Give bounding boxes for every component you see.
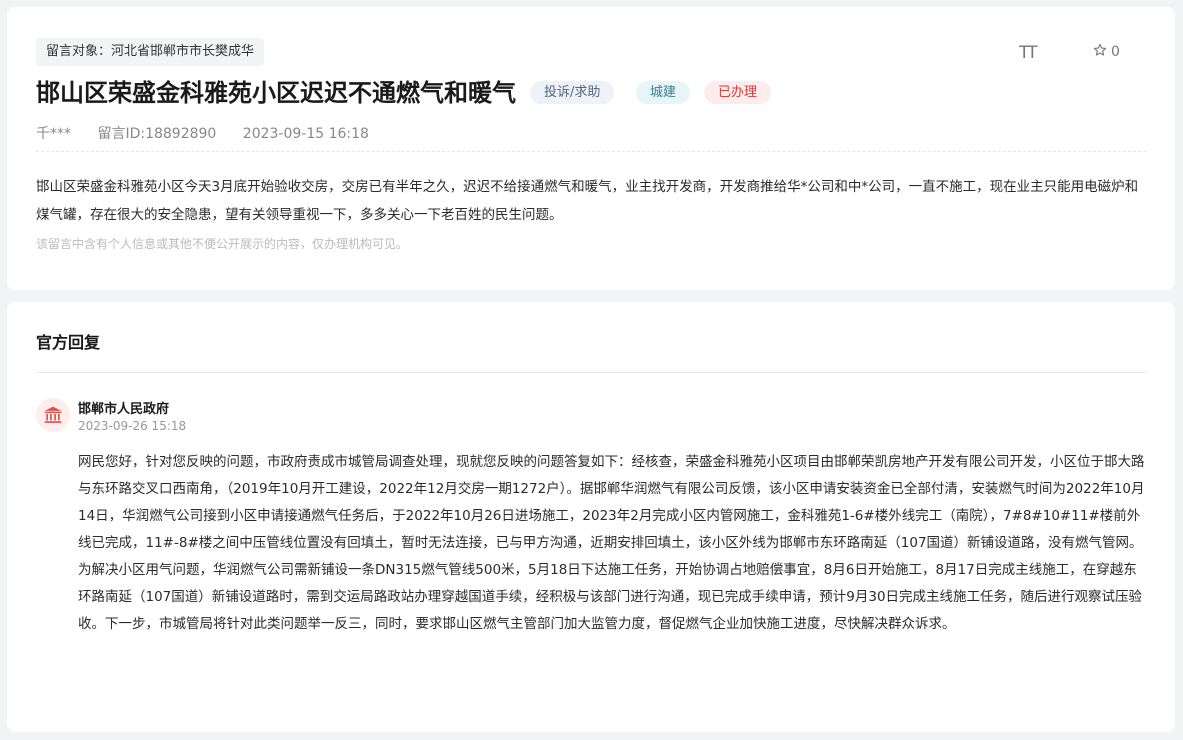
font-size-icon[interactable]: TT <box>1019 43 1038 63</box>
message-datetime: 2023-09-15 16:18 <box>242 126 369 142</box>
government-building-icon <box>36 398 70 432</box>
reply-org-name: 邯郸市人民政府 <box>78 402 170 417</box>
message-card: 留言对象：河北省邯郸市市长樊成华 邯山区荣盛金科雅苑小区迟迟不通燃气和暖气 投诉… <box>7 7 1175 290</box>
message-meta: 千*** 留言ID:18892890 2023-09-15 16:18 <box>36 123 391 143</box>
message-target: 留言对象：河北省邯郸市市长樊成华 <box>36 38 265 66</box>
divider <box>36 151 1146 152</box>
reply-datetime: 2023-09-26 15:18 <box>78 419 187 433</box>
favorite-button[interactable]: 0 <box>1093 43 1120 61</box>
reply-content: 网民您好，针对您反映的问题，市政府责成市城管局调查处理，现就您反映的问题答复如下… <box>78 454 1145 632</box>
page-title: 邯山区荣盛金科雅苑小区迟迟不通燃气和暖气 <box>36 79 516 107</box>
category-tag: 城建 <box>636 81 691 104</box>
message-content: 邯山区荣盛金科雅苑小区今天3月底开始验收交房，交房已有半年之久，迟迟不给接通燃气… <box>36 179 1139 223</box>
star-icon <box>1093 43 1107 61</box>
favorite-count: 0 <box>1111 44 1120 60</box>
author-name: 千*** <box>36 126 71 142</box>
reply-card: 官方回复 邯郸市人民政府 2023-09-26 15:18 网民您好，针对您反映… <box>7 302 1175 732</box>
reply-heading: 官方回复 <box>36 333 101 352</box>
status-badge: 已办理 <box>704 81 772 104</box>
divider <box>36 372 1146 373</box>
privacy-notice: 该留言中含有个人信息或其他不便公开展示的内容，仅办理机构可见。 <box>36 237 409 251</box>
message-id: 留言ID:18892890 <box>97 126 217 142</box>
type-tag: 投诉/求助 <box>530 81 615 104</box>
